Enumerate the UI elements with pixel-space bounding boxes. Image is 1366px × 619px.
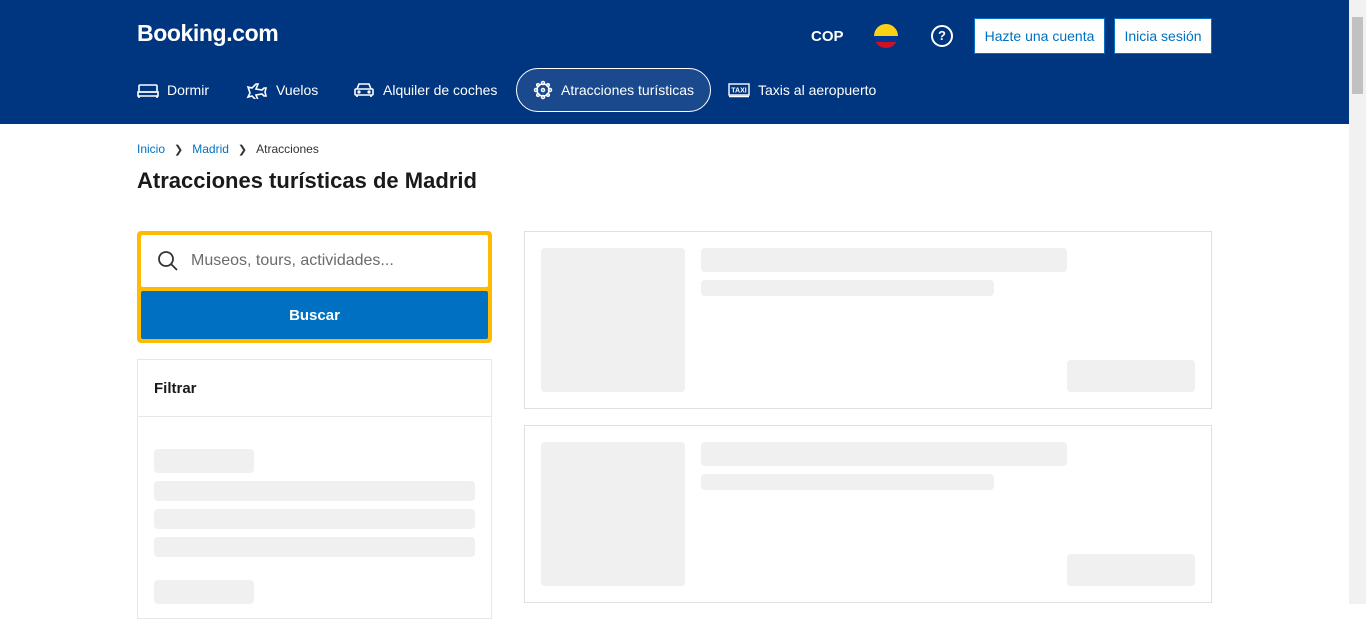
nav-item-taxis-al-aeropuerto[interactable]: TAXI Taxis al aeropuerto <box>728 68 876 112</box>
help-icon[interactable]: ? <box>931 25 953 47</box>
search-input[interactable] <box>191 252 481 270</box>
scrollbar-thumb[interactable] <box>1352 17 1363 94</box>
filter-title: Filtrar <box>138 360 491 417</box>
nav-item-dormir[interactable]: Dormir <box>137 68 209 112</box>
search-field[interactable] <box>141 235 488 287</box>
result-card-skeleton <box>524 231 1212 409</box>
nav-label: Vuelos <box>276 82 319 98</box>
currency-selector[interactable]: COP <box>811 28 844 45</box>
bed-icon <box>137 84 159 98</box>
result-card-skeleton <box>524 425 1212 603</box>
nav-label: Dormir <box>167 82 209 98</box>
skeleton-placeholder <box>154 509 475 529</box>
nav-item-atracciones-turisticas[interactable]: Atracciones turísticas <box>516 68 712 112</box>
page-title: Atracciones turísticas de Madrid <box>137 168 477 193</box>
register-button[interactable]: Hazte una cuenta <box>974 18 1105 54</box>
signin-button[interactable]: Inicia sesión <box>1114 18 1212 54</box>
skeleton-placeholder <box>154 481 475 501</box>
colombia-flag-icon[interactable] <box>874 24 898 48</box>
plane-icon <box>246 83 268 99</box>
skeleton-image <box>541 248 685 392</box>
filter-panel: Filtrar <box>137 359 492 619</box>
nav-label: Alquiler de coches <box>383 82 498 98</box>
nav-label: Taxis al aeropuerto <box>758 82 877 98</box>
search-button[interactable]: Buscar <box>141 291 488 339</box>
attractions-icon <box>533 80 553 100</box>
skeleton-placeholder <box>154 449 254 473</box>
breadcrumb-atracciones: Atracciones <box>256 142 319 156</box>
chevron-right-icon: ❯ <box>237 143 248 156</box>
site-header: Booking.com COP ? Hazte una cuenta Inici… <box>0 0 1349 124</box>
taxi-icon: TAXI <box>728 83 750 98</box>
nav-label: Atracciones turísticas <box>561 82 695 98</box>
skeleton-image <box>541 442 685 586</box>
breadcrumb-inicio[interactable]: Inicio <box>137 142 165 156</box>
search-icon <box>158 251 178 271</box>
skeleton-subtitle <box>701 280 994 296</box>
chevron-right-icon: ❯ <box>174 143 184 156</box>
nav-item-alquiler-de-coches[interactable]: Alquiler de coches <box>353 68 497 112</box>
page-scrollbar[interactable] <box>1349 0 1366 604</box>
booking-logo[interactable]: Booking.com <box>137 20 279 47</box>
car-icon <box>354 83 374 97</box>
skeleton-placeholder <box>154 537 475 557</box>
breadcrumb-madrid[interactable]: Madrid <box>192 142 229 156</box>
nav-item-vuelos[interactable]: Vuelos <box>246 68 318 112</box>
svg-text:TAXI: TAXI <box>731 88 746 95</box>
skeleton-title <box>701 248 1067 272</box>
skeleton-button <box>1067 360 1195 392</box>
search-box: Buscar <box>137 231 492 343</box>
skeleton-title <box>701 442 1067 466</box>
skeleton-button <box>1067 554 1195 586</box>
skeleton-placeholder <box>154 580 254 604</box>
skeleton-subtitle <box>701 474 994 490</box>
breadcrumb: Inicio ❯ Madrid ❯ Atracciones <box>137 142 319 156</box>
